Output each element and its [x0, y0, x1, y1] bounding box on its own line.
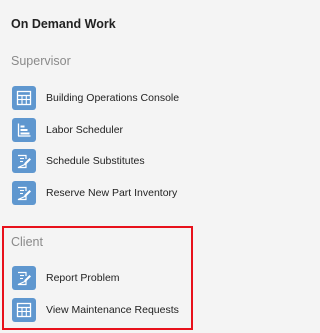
page-title: On Demand Work [11, 17, 116, 31]
edit-form-icon [12, 266, 36, 290]
menu-item-report-problem[interactable]: Report Problem [12, 266, 120, 290]
section-header-client: Client [11, 235, 43, 249]
bar-chart-icon [12, 118, 36, 142]
edit-form-icon [12, 181, 36, 205]
menu-item-schedule-substitutes[interactable]: Schedule Substitutes [12, 149, 145, 173]
menu-item-label: View Maintenance Requests [46, 304, 179, 316]
grid-table-icon [12, 298, 36, 322]
menu-item-label: Labor Scheduler [46, 124, 124, 136]
menu-item-label: Building Operations Console [46, 92, 180, 104]
menu-item-building-operations-console[interactable]: Building Operations Console [12, 86, 179, 110]
on-demand-work-panel: On Demand Work Supervisor Building Opera… [0, 0, 257, 333]
menu-item-view-maintenance-requests[interactable]: View Maintenance Requests [12, 298, 179, 322]
section-header-supervisor: Supervisor [11, 54, 71, 68]
edit-form-icon [12, 149, 36, 173]
menu-item-label: Reserve New Part Inventory [46, 187, 178, 199]
menu-item-label: Report Problem [46, 272, 120, 284]
grid-table-icon [12, 86, 36, 110]
menu-item-label: Schedule Substitutes [46, 155, 145, 167]
menu-item-reserve-new-part-inventory[interactable]: Reserve New Part Inventory [12, 181, 177, 205]
menu-item-labor-scheduler[interactable]: Labor Scheduler [12, 118, 123, 142]
